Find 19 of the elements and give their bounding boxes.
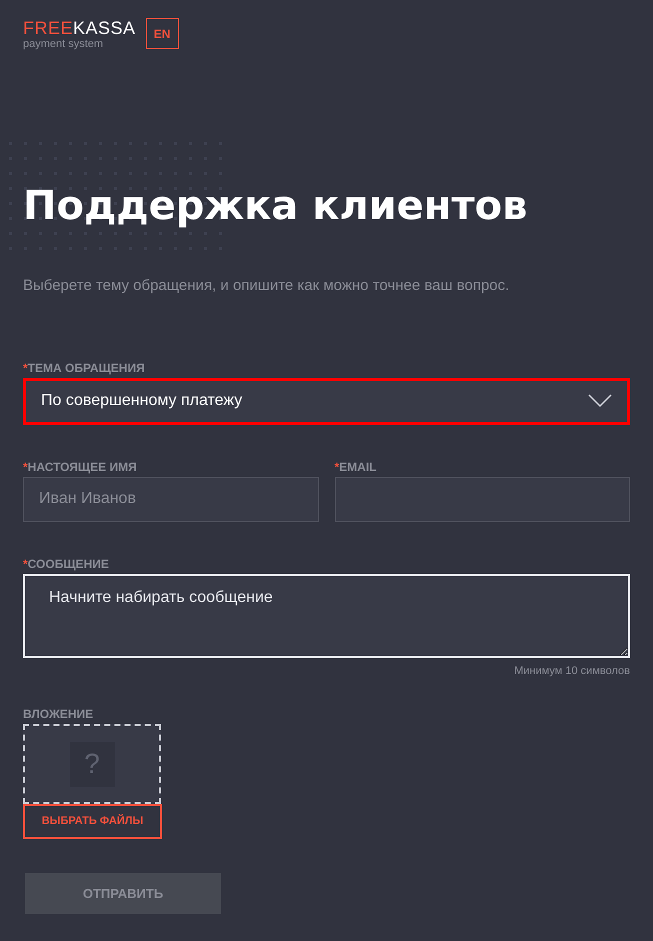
field-label: *EMAIL	[334, 460, 378, 474]
language-button[interactable]: EN	[146, 18, 179, 49]
logo-tagline: payment system	[23, 38, 104, 50]
email-field[interactable]	[334, 476, 630, 522]
field-label: *ТЕМА ОБРАЩЕНИЯ	[23, 360, 146, 374]
field-label: *СООБЩЕНИЕ	[23, 556, 110, 570]
file-preview-placeholder: ?	[70, 742, 114, 786]
logo-wordmark: FREEKASSA	[23, 18, 136, 38]
message-field[interactable]: Начните набирать сообщение	[23, 574, 630, 658]
hint-text: Минимум 10 символов	[514, 664, 630, 678]
subject-dropdown[interactable]: По совершенному платежу	[23, 378, 630, 424]
name-field[interactable]: Иван Иванов	[23, 476, 318, 522]
attachment-dropzone[interactable]: ?	[23, 724, 161, 804]
chevron-down-icon	[588, 394, 612, 408]
field-label: ВЛОЖЕНИЕ	[23, 707, 94, 721]
choose-files-button[interactable]: ВЫБРАТЬ ФАЙЛЫ	[23, 804, 162, 839]
page-title: Поддержка клиентов	[23, 182, 528, 230]
page-subtitle: Выберете тему обращения, и опишите как можно точнее ваш вопрос.	[23, 276, 510, 296]
field-label: *НАСТОЯЩЕЕ ИМЯ	[23, 460, 138, 474]
